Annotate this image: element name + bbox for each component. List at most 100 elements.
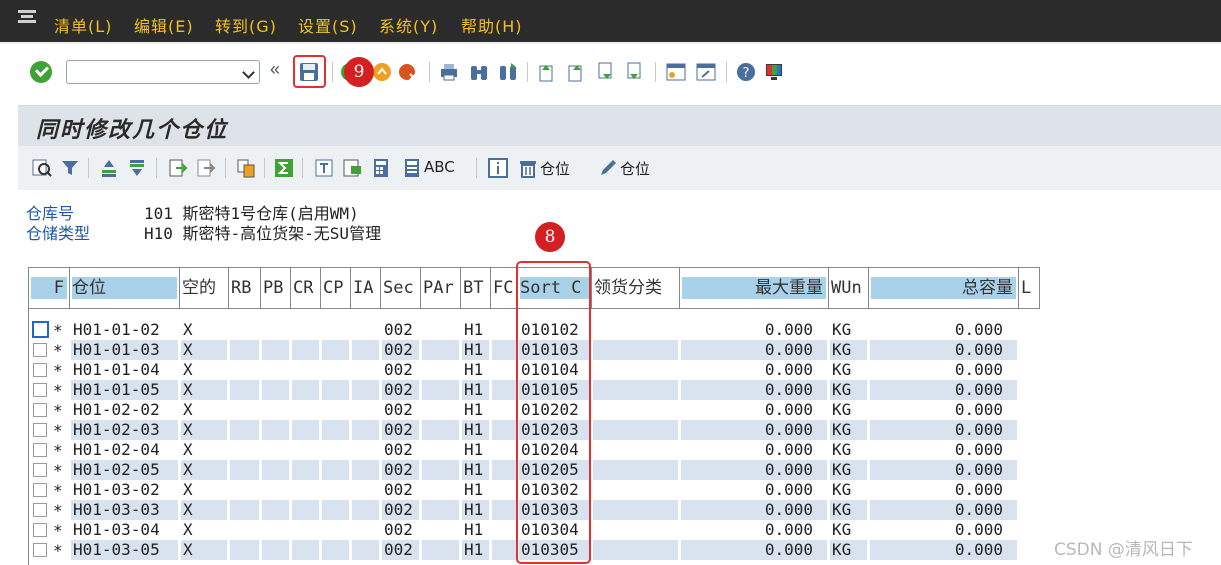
- ia-cell[interactable]: [352, 420, 379, 440]
- par-cell[interactable]: [422, 500, 459, 520]
- max-weight-cell[interactable]: 0.000: [681, 460, 827, 480]
- total-capacity-cell[interactable]: 0.000: [870, 480, 1017, 500]
- pb-cell[interactable]: [262, 380, 289, 400]
- bin-type-cell[interactable]: H1: [462, 440, 489, 460]
- row-select-checkbox[interactable]: [33, 463, 47, 477]
- fc-cell[interactable]: [492, 520, 516, 540]
- bin-cell[interactable]: H01-02-05: [71, 460, 178, 480]
- row-select-checkbox[interactable]: [33, 443, 47, 457]
- cr-cell[interactable]: [292, 400, 319, 420]
- par-cell[interactable]: [422, 460, 459, 480]
- cp-cell[interactable]: [322, 400, 349, 420]
- empty-flag-cell[interactable]: X: [181, 320, 227, 340]
- last-page-icon[interactable]: [625, 62, 645, 82]
- col-cp-header[interactable]: CP: [321, 268, 351, 308]
- l-cell[interactable]: [1020, 440, 1038, 460]
- l-cell[interactable]: [1020, 360, 1038, 380]
- picking-area-cell[interactable]: [593, 380, 678, 400]
- empty-flag-cell[interactable]: X: [181, 340, 227, 360]
- empty-flag-cell[interactable]: X: [181, 500, 227, 520]
- section-cell[interactable]: 002: [382, 540, 419, 560]
- menu-help[interactable]: 帮助(H): [461, 13, 523, 37]
- bin-type-cell[interactable]: H1: [462, 340, 489, 360]
- par-cell[interactable]: [422, 540, 459, 560]
- picking-area-cell[interactable]: [593, 420, 678, 440]
- max-weight-cell[interactable]: 0.000: [681, 360, 827, 380]
- row-select-checkbox[interactable]: [33, 383, 47, 397]
- copy-icon[interactable]: [236, 158, 256, 178]
- ia-cell[interactable]: [352, 360, 379, 380]
- row-select-checkbox[interactable]: [33, 363, 47, 377]
- pencil-icon[interactable]: [598, 158, 618, 178]
- cp-cell[interactable]: [322, 500, 349, 520]
- empty-flag-cell[interactable]: X: [181, 480, 227, 500]
- l-cell[interactable]: [1020, 400, 1038, 420]
- empty-flag-cell[interactable]: X: [181, 440, 227, 460]
- bin-cell[interactable]: H01-01-04: [71, 360, 178, 380]
- abc-analysis-icon[interactable]: [402, 158, 422, 178]
- filter-icon[interactable]: [60, 158, 80, 178]
- menu-settings[interactable]: 设置(S): [298, 13, 358, 37]
- col-fc-header[interactable]: FC: [491, 268, 518, 308]
- empty-flag-cell[interactable]: X: [181, 540, 227, 560]
- exit-icon[interactable]: [372, 62, 392, 82]
- col-max-weight-header[interactable]: 最大重量: [680, 268, 829, 308]
- bin-cell[interactable]: H01-01-05: [71, 380, 178, 400]
- bin-type-cell[interactable]: H1: [462, 460, 489, 480]
- section-cell[interactable]: 002: [382, 320, 419, 340]
- cp-cell[interactable]: [322, 460, 349, 480]
- rb-cell[interactable]: [230, 340, 259, 360]
- find-icon[interactable]: [469, 62, 489, 82]
- picking-area-cell[interactable]: [593, 540, 678, 560]
- cr-cell[interactable]: [292, 520, 319, 540]
- par-cell[interactable]: [422, 440, 459, 460]
- row-select-checkbox[interactable]: [33, 403, 47, 417]
- section-cell[interactable]: 002: [382, 340, 419, 360]
- l-cell[interactable]: [1020, 320, 1038, 340]
- max-weight-cell[interactable]: 0.000: [681, 480, 827, 500]
- col-l-header[interactable]: L: [1019, 268, 1040, 308]
- col-sec-header[interactable]: Sec: [381, 268, 421, 308]
- weight-unit-cell[interactable]: KG: [830, 440, 867, 460]
- picking-area-cell[interactable]: [593, 500, 678, 520]
- cr-cell[interactable]: [292, 420, 319, 440]
- rb-cell[interactable]: [230, 460, 259, 480]
- row-select-checkbox[interactable]: [32, 321, 49, 338]
- cancel-icon[interactable]: [398, 62, 418, 82]
- weight-unit-cell[interactable]: KG: [830, 360, 867, 380]
- section-cell[interactable]: 002: [382, 380, 419, 400]
- cr-cell[interactable]: [292, 460, 319, 480]
- ia-cell[interactable]: [352, 520, 379, 540]
- row-select-checkbox[interactable]: [33, 483, 47, 497]
- bin-cell[interactable]: H01-03-02: [71, 480, 178, 500]
- sort-descending-icon[interactable]: [127, 158, 147, 178]
- total-capacity-cell[interactable]: 0.000: [870, 420, 1017, 440]
- col-empty-header[interactable]: 空的: [180, 268, 229, 308]
- details-icon[interactable]: [32, 158, 52, 178]
- empty-flag-cell[interactable]: X: [181, 360, 227, 380]
- par-cell[interactable]: [422, 340, 459, 360]
- pb-cell[interactable]: [262, 500, 289, 520]
- cp-cell[interactable]: [322, 480, 349, 500]
- empty-flag-cell[interactable]: X: [181, 460, 227, 480]
- row-select-checkbox[interactable]: [33, 423, 47, 437]
- bin-cell[interactable]: H01-01-03: [71, 340, 178, 360]
- enter-icon[interactable]: [30, 61, 52, 83]
- empty-flag-cell[interactable]: X: [181, 400, 227, 420]
- picking-area-cell[interactable]: [593, 440, 678, 460]
- max-weight-cell[interactable]: 0.000: [681, 400, 827, 420]
- total-capacity-cell[interactable]: 0.000: [870, 320, 1017, 340]
- cr-cell[interactable]: [292, 480, 319, 500]
- ia-cell[interactable]: [352, 440, 379, 460]
- total-capacity-cell[interactable]: 0.000: [870, 440, 1017, 460]
- col-cr-header[interactable]: CR: [291, 268, 321, 308]
- col-total-cap-header[interactable]: 总容量: [869, 268, 1019, 308]
- next-page-icon[interactable]: [596, 62, 616, 82]
- par-cell[interactable]: [422, 400, 459, 420]
- abc-label[interactable]: ABC: [424, 158, 455, 176]
- par-cell[interactable]: [422, 380, 459, 400]
- empty-flag-cell[interactable]: X: [181, 420, 227, 440]
- ia-cell[interactable]: [352, 540, 379, 560]
- cp-cell[interactable]: [322, 340, 349, 360]
- l-cell[interactable]: [1020, 480, 1038, 500]
